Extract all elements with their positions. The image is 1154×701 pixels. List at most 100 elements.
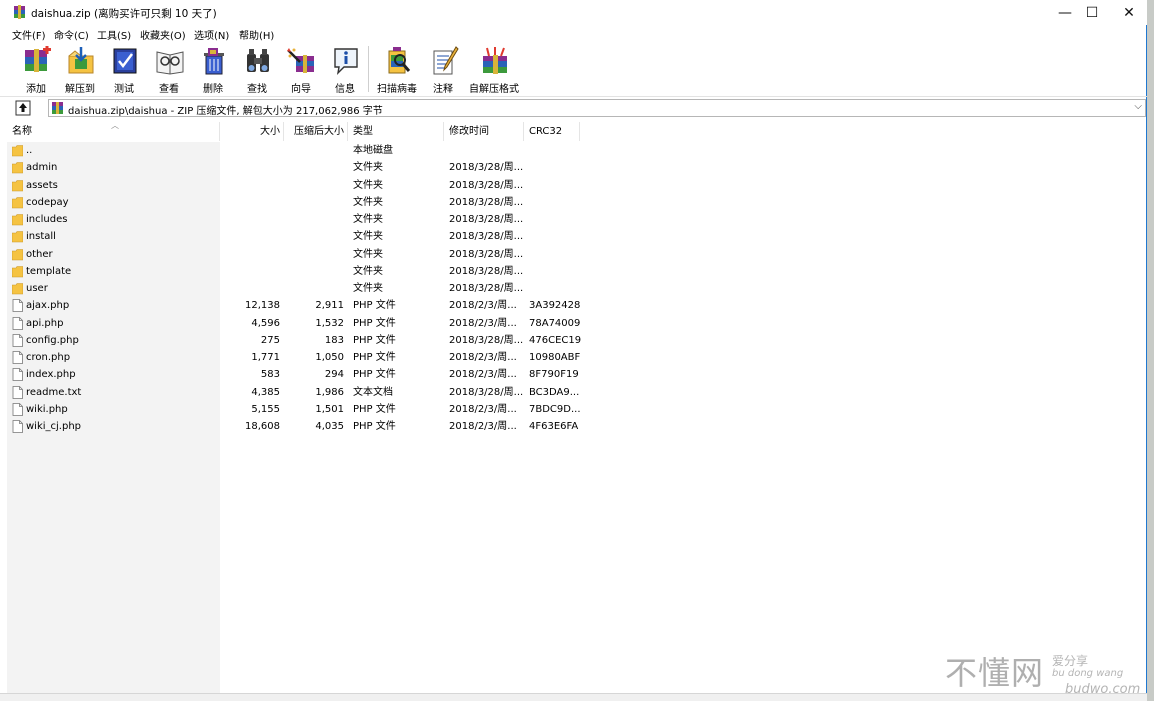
archive-path: daishua.zip\daishua - ZIP 压缩文件, 解包大小为 21… <box>68 106 383 117</box>
cell-modified: 2018/2/3/周... <box>449 317 517 329</box>
cell-size: 275 <box>260 334 280 346</box>
cell-name: config.php <box>26 334 79 346</box>
cell-modified: 2018/2/3/周... <box>449 352 517 363</box>
info-button[interactable]: 信息 <box>325 46 365 95</box>
file-icon <box>12 316 23 330</box>
cell-size <box>220 194 280 211</box>
menu-options[interactable]: 选项(N) <box>194 27 229 42</box>
cell-crc <box>529 211 599 228</box>
folder-row[interactable]: user 文件夹 2018/3/28/周... <box>7 280 1146 297</box>
file-row[interactable]: readme.txt 4,385 1,986 文本文档 2018/3/28/周... BC… <box>7 384 1146 401</box>
maximize-button[interactable]: ☐ <box>1075 0 1109 25</box>
cell-packed: 1,532 <box>315 317 344 329</box>
up-folder-icon[interactable] <box>15 100 31 116</box>
chevron-down-icon[interactable]: ⌵ <box>1134 101 1142 112</box>
file-row[interactable]: config.php 275 183 PHP 文件 2018/3/28/周... 476C… <box>7 332 1146 349</box>
cell-packed: 2,911 <box>315 300 344 312</box>
address-bar[interactable]: daishua.zip\daishua - ZIP 压缩文件, 解包大小为 21… <box>48 99 1146 117</box>
add-button[interactable]: 添加 <box>16 46 56 95</box>
column-name[interactable]: 名称 ︿ <box>7 121 220 141</box>
sfx-icon <box>483 47 507 74</box>
close-button[interactable]: ✕ <box>1112 0 1146 25</box>
cell-type: 文本文档 <box>353 386 393 398</box>
folder-icon <box>11 161 24 174</box>
find-button[interactable]: 查找 <box>237 46 277 95</box>
file-row[interactable]: api.php 4,596 1,532 PHP 文件 2018/2/3/周... 78A7… <box>7 315 1146 332</box>
cell-size: 12,138 <box>245 300 280 312</box>
cell-packed: 183 <box>324 334 344 346</box>
cell-name: codepay <box>26 196 69 208</box>
cell-name: index.php <box>26 369 76 381</box>
column-size[interactable]: 大小 <box>220 122 284 141</box>
cell-type: 文件夹 <box>353 248 383 260</box>
folder-row[interactable]: install 文件夹 2018/3/28/周... <box>7 228 1146 245</box>
file-row[interactable]: cron.php 1,771 1,050 PHP 文件 2018/2/3/周... 109… <box>7 349 1146 366</box>
comment-button[interactable]: 注释 <box>423 46 463 95</box>
cell-size <box>220 246 280 263</box>
cell-modified: 2018/3/28/周... <box>449 196 524 208</box>
test-button[interactable]: 测试 <box>104 46 144 95</box>
cell-packed <box>284 211 344 228</box>
cell-name: template <box>26 265 72 277</box>
file-row[interactable]: wiki.php 5,155 1,501 PHP 文件 2018/2/3/周... 7BD… <box>7 401 1146 418</box>
info-label: 信息 <box>335 84 355 95</box>
cell-size: 4,596 <box>251 317 280 329</box>
cell-name: assets <box>26 179 58 191</box>
folder-row[interactable]: includes 文件夹 2018/3/28/周... <box>7 211 1146 228</box>
folder-row[interactable]: .. 本地磁盘 <box>7 142 1146 159</box>
winrar-app-icon <box>14 5 25 19</box>
sfx-label: 自解压格式 <box>469 84 519 95</box>
column-packed[interactable]: 压缩后大小 <box>284 122 348 141</box>
virus-scan-button[interactable]: 扫描病毒 <box>377 46 417 95</box>
column-crc[interactable]: CRC32 <box>524 122 580 141</box>
cell-size <box>220 280 280 297</box>
virus-scan-label: 扫描病毒 <box>377 84 417 95</box>
menu-file[interactable]: 文件(F) <box>12 27 46 42</box>
folder-row[interactable]: other 文件夹 2018/3/28/周... <box>7 246 1146 263</box>
cell-modified: 2018/3/28/周... <box>449 162 524 174</box>
cell-name: api.php <box>26 317 64 329</box>
cell-type: 文件夹 <box>353 162 383 174</box>
cell-modified: 2018/3/28/周... <box>449 231 524 243</box>
title-bar: daishua.zip (离购买许可只剩 10 天了) — ☐ ✕ <box>0 0 1147 25</box>
cell-size <box>220 228 280 245</box>
menu-commands[interactable]: 命令(C) <box>54 27 89 42</box>
cell-type: 文件夹 <box>353 265 383 277</box>
sort-up-icon: ︿ <box>111 121 119 130</box>
delete-button[interactable]: 删除 <box>193 46 233 95</box>
cell-name: wiki_cj.php <box>26 421 82 432</box>
sfx-button[interactable]: 自解压格式 <box>469 46 519 95</box>
cell-packed: 4,035 <box>315 421 344 432</box>
cell-type: 文件夹 <box>353 196 383 208</box>
column-modified[interactable]: 修改时间 <box>444 122 524 141</box>
folder-row[interactable]: admin 文件夹 2018/3/28/周... <box>7 159 1146 176</box>
winrar-window: daishua.zip (离购买许可只剩 10 天了) — ☐ ✕ 文件(F) … <box>0 0 1147 701</box>
column-type[interactable]: 类型 <box>348 122 444 141</box>
view-button[interactable]: 查看 <box>149 46 189 95</box>
cell-size: 583 <box>260 369 280 381</box>
cell-modified: 2018/2/3/周... <box>449 300 517 312</box>
folder-row[interactable]: codepay 文件夹 2018/3/28/周... <box>7 194 1146 211</box>
watermark-slogan: 爱分享 <box>1052 654 1089 668</box>
menu-tools[interactable]: 工具(S) <box>97 27 131 42</box>
file-row[interactable]: ajax.php 12,138 2,911 PHP 文件 2018/2/3/周... 3A… <box>7 297 1146 314</box>
cell-crc: BC3DA9... <box>529 386 580 398</box>
extract-to-button[interactable]: 解压到 <box>60 46 100 95</box>
wizard-button[interactable]: 向导 <box>281 46 321 95</box>
menu-help[interactable]: 帮助(H) <box>239 27 274 42</box>
cell-size: 18,608 <box>245 421 280 432</box>
file-row[interactable]: wiki_cj.php 18,608 4,035 PHP 文件 2018/2/3/周..… <box>7 418 1146 435</box>
file-icon <box>12 333 23 347</box>
menu-favorites[interactable]: 收藏夹(O) <box>140 27 186 42</box>
cell-type: 本地磁盘 <box>353 145 393 156</box>
cell-crc <box>529 177 599 194</box>
folder-row[interactable]: template 文件夹 2018/3/28/周... <box>7 263 1146 280</box>
cell-packed: 1,501 <box>315 403 344 415</box>
folder-row[interactable]: assets 文件夹 2018/3/28/周... <box>7 177 1146 194</box>
cell-crc <box>529 159 599 176</box>
delete-icon <box>204 48 224 75</box>
cell-name: .. <box>26 145 33 156</box>
file-row[interactable]: index.php 583 294 PHP 文件 2018/2/3/周... 8F790F… <box>7 366 1146 383</box>
cell-packed <box>284 263 344 280</box>
cell-crc: 78A74009 <box>529 317 581 329</box>
